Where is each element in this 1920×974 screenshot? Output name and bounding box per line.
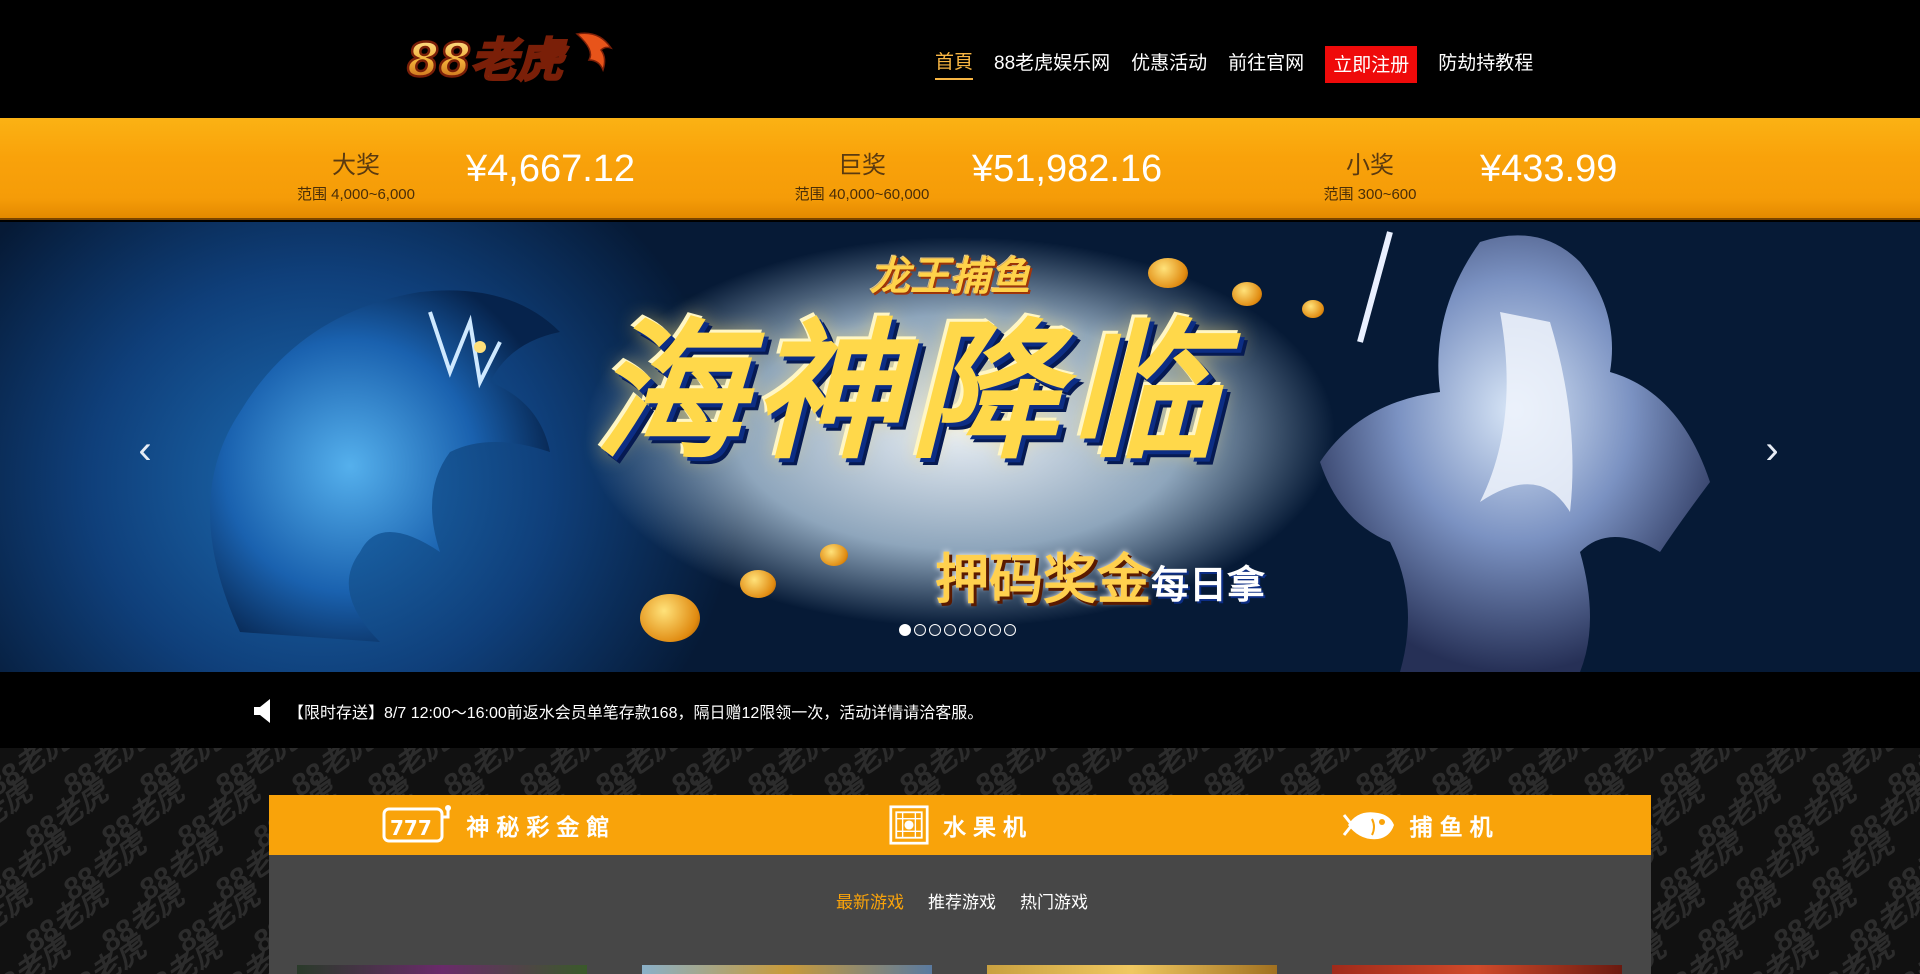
carousel-dot[interactable] (989, 624, 1001, 636)
sea-god-illustration (1320, 231, 1710, 672)
game-thumbnail[interactable] (1332, 965, 1622, 974)
category-label: 神秘彩金館 (466, 814, 617, 840)
gold-coin (1302, 300, 1324, 318)
register-button[interactable]: 立即注册 (1325, 46, 1418, 83)
announcement-text[interactable]: 【限时存送】8/7 12:00～16:00前返水会员单笔存款168，隔日赠12限… (288, 699, 983, 723)
gold-coin (1232, 282, 1262, 306)
banner-title: 海神降临 (593, 308, 1226, 476)
carousel-dot[interactable] (959, 624, 971, 636)
carousel-dot[interactable] (899, 624, 911, 636)
carousel-dot[interactable] (914, 624, 926, 636)
category-label: 水果机 (943, 814, 1033, 840)
tab-recommended-games[interactable]: 推荐游戏 (928, 888, 996, 913)
nav-official-site[interactable]: 前往官网 (1228, 48, 1304, 79)
jackpot-name: 巨奖 (838, 152, 886, 179)
games-panel: 最新游戏 推荐游戏 热门游戏 (269, 855, 1651, 974)
gold-coin (820, 544, 848, 566)
jackpot-name: 大奖 (332, 152, 380, 179)
fruit-machine-icon (889, 805, 929, 845)
carousel-dot[interactable] (944, 624, 956, 636)
jackpot-value: ¥433.99 (1480, 148, 1618, 190)
game-logo: 龙王捕鱼 (870, 255, 1030, 299)
tab-latest-games[interactable]: 最新游戏 (836, 888, 904, 913)
jackpot-bar: 大奖 范围 4,000~6,000 ¥4,667.12 巨奖 范围 40,000… (0, 118, 1920, 220)
category-fruit-machine[interactable]: 水果机 (730, 795, 1191, 855)
jackpot-value: ¥51,982.16 (972, 148, 1163, 190)
banner-subtitle-main: 押码奖金 (935, 550, 1151, 610)
game-thumbnail[interactable] (987, 965, 1277, 974)
logo-text: 88老虎 (407, 33, 569, 87)
banner-subtitle: 押码奖金每日拿 (935, 535, 1265, 614)
chevron-left-icon[interactable]: ‹ (130, 430, 160, 470)
game-thumbnail[interactable] (642, 965, 932, 974)
announcement-bar: 【限时存送】8/7 12:00～16:00前返水会员单笔存款168，隔日赠12限… (0, 672, 1920, 748)
nav-home[interactable]: 首頁 (935, 47, 974, 80)
carousel-dot[interactable] (974, 624, 986, 636)
nav-promotions[interactable]: 优惠活动 (1131, 48, 1207, 79)
jackpot-range: 范围 40,000~60,000 (794, 186, 930, 203)
fish-icon (1342, 812, 1394, 840)
chevron-right-icon[interactable]: › (1757, 430, 1787, 470)
nav-88-entertainment[interactable]: 88老虎娱乐网 (994, 48, 1110, 79)
carousel-indicators (899, 624, 1019, 636)
gold-coin (1148, 258, 1188, 288)
nav-anti-hijack-tutorial[interactable]: 防劫持教程 (1438, 48, 1533, 79)
slot-777-icon: 777 (382, 805, 452, 843)
jackpot-value: ¥4,667.12 (466, 148, 636, 190)
gold-coin (740, 570, 776, 598)
banner-subtitle-small: 每日拿 (1151, 565, 1266, 607)
hero-banner[interactable]: 龙王捕鱼 海神降临 押码奖金每日拿 ‹ › (0, 222, 1920, 672)
carousel-dot[interactable] (1004, 624, 1016, 636)
header: 88老虎 首頁 88老虎娱乐网 优惠活动 前往官网 立即注册 防劫持教程 (0, 0, 1920, 118)
category-label: 捕鱼机 (1409, 814, 1500, 840)
speaker-icon (254, 699, 270, 723)
game-thumbnail[interactable] (297, 965, 587, 974)
gold-coin (640, 594, 700, 642)
main-nav: 首頁 88老虎娱乐网 优惠活动 前往官网 立即注册 防劫持教程 (935, 44, 1554, 83)
svg-text:777: 777 (390, 816, 432, 840)
site-logo[interactable]: 88老虎 (405, 26, 615, 92)
jackpot-range: 范围 300~600 (1323, 186, 1417, 203)
tab-hot-games[interactable]: 热门游戏 (1020, 888, 1088, 913)
game-category-bar: 777 神秘彩金館 水果机 捕鱼机 (269, 795, 1651, 855)
carousel-dot[interactable] (929, 624, 941, 636)
jackpot-range: 范围 4,000~6,000 (296, 186, 415, 203)
category-fishing-machine[interactable]: 捕鱼机 (1190, 795, 1651, 855)
category-mystery-jackpot[interactable]: 777 神秘彩金館 (269, 795, 730, 855)
jackpot-name: 小奖 (1346, 152, 1394, 179)
game-tabs: 最新游戏 推荐游戏 热门游戏 (836, 888, 1112, 913)
